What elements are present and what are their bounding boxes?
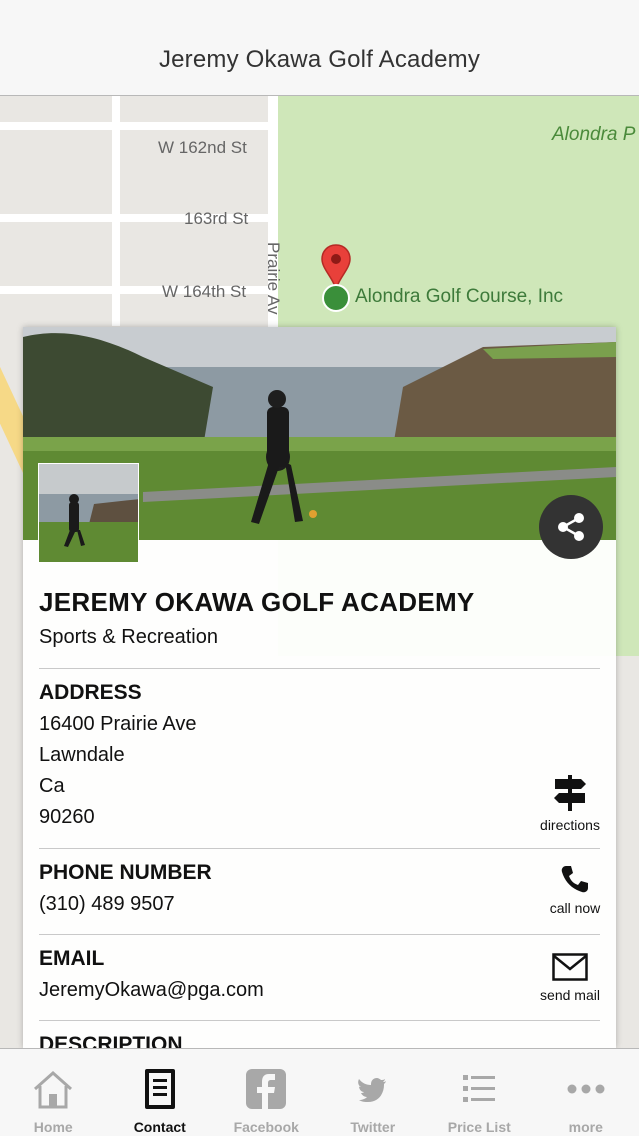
tab-more[interactable]: more <box>533 1049 639 1136</box>
send-mail-label: send mail <box>540 987 600 1003</box>
send-mail-button[interactable]: send mail <box>515 953 616 1003</box>
home-icon <box>34 1070 73 1109</box>
tab-home[interactable]: Home <box>0 1049 107 1136</box>
call-now-label: call now <box>549 900 601 916</box>
poi-label: Alondra Golf Course, Inc <box>355 286 564 307</box>
divider <box>39 1020 600 1021</box>
golf-course-icon[interactable] <box>322 284 350 312</box>
phone-number[interactable]: (310) 489 9507 <box>39 893 175 916</box>
business-logo <box>38 463 139 563</box>
tab-label: more <box>568 1119 603 1135</box>
email-title: EMAIL <box>39 947 105 970</box>
divider <box>39 848 600 849</box>
phone-icon <box>561 866 588 893</box>
street-label: Prairie Av <box>264 242 283 315</box>
list-icon <box>463 1075 496 1102</box>
email-address[interactable]: JeremyOkawa@pga.com <box>39 979 264 1002</box>
tab-label: Facebook <box>233 1119 299 1135</box>
call-button[interactable]: call now <box>520 864 616 916</box>
navigation-bar: Jeremy Okawa Golf Academy <box>0 0 639 96</box>
tab-label: Twitter <box>350 1119 396 1135</box>
address-line: 16400 Prairie Ave <box>39 713 197 735</box>
directions-label: directions <box>540 817 600 833</box>
tab-contact[interactable]: Contact <box>107 1049 214 1136</box>
address-line: Lawndale <box>39 744 125 766</box>
page-title: Jeremy Okawa Golf Academy <box>158 45 481 73</box>
street-label: W 164th St <box>162 282 247 301</box>
signpost-icon <box>554 775 586 811</box>
tab-label: Contact <box>133 1119 186 1135</box>
address-title: ADDRESS <box>39 681 142 704</box>
address-line: Ca <box>39 775 65 797</box>
tab-price-list[interactable]: Price List <box>426 1049 533 1136</box>
tab-twitter[interactable]: Twitter <box>320 1049 427 1136</box>
tab-bar: Home Contact Facebook Twitter Price List… <box>0 1048 639 1136</box>
divider <box>39 934 600 935</box>
description-title: DESCRIPTION <box>39 1033 183 1048</box>
business-category: Sports & Recreation <box>39 626 218 648</box>
envelope-icon <box>552 953 588 981</box>
street-road <box>0 122 270 130</box>
phone-title: PHONE NUMBER <box>39 861 212 884</box>
contact-card-icon <box>144 1069 175 1109</box>
share-button[interactable] <box>539 495 603 559</box>
park-label: Alondra P <box>552 124 636 145</box>
tab-facebook[interactable]: Facebook <box>213 1049 320 1136</box>
twitter-icon <box>357 1078 386 1102</box>
street-road <box>112 96 120 326</box>
tab-label: Home <box>33 1119 73 1135</box>
address-line: 90260 <box>39 806 95 828</box>
street-label: 163rd St <box>184 209 249 228</box>
business-name: JEREMY OKAWA GOLF ACADEMY <box>39 587 475 617</box>
tab-label: Price List <box>447 1119 511 1135</box>
share-icon <box>558 513 584 541</box>
divider <box>39 668 600 669</box>
more-dots-icon <box>567 1084 605 1094</box>
facebook-icon <box>246 1069 287 1109</box>
street-label: W 162nd St <box>158 138 247 157</box>
directions-button[interactable]: directions <box>515 775 616 833</box>
business-card: JEREMY OKAWA GOLF ACADEMY Sports & Recre… <box>23 327 616 1048</box>
